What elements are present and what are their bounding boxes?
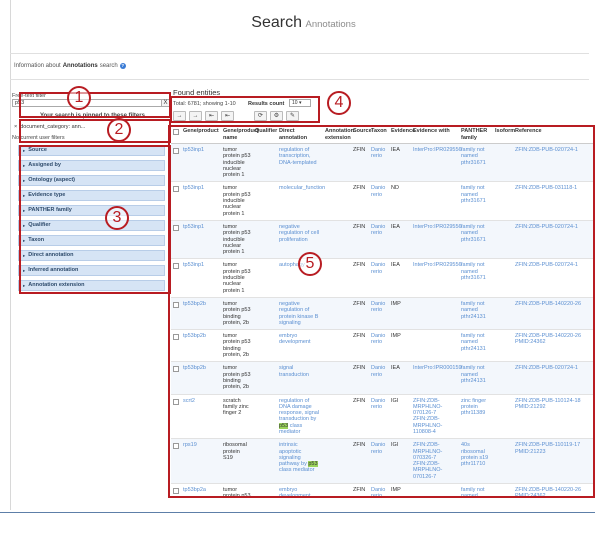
annotation-box-5 [168,125,595,498]
info-bold: Annotations [62,63,98,69]
bottom-divider [0,512,595,513]
info-line: Information about Annotations search ? [14,63,126,69]
annotation-marker-5: 5 [298,252,322,276]
annotation-marker-1: 1 [67,86,91,110]
page-title-main: Search [251,14,302,31]
annotation-marker-2: 2 [107,118,131,142]
annotation-marker-4: 4 [327,91,351,115]
info-suffix: search [99,63,118,69]
annotation-box-4 [170,96,320,123]
annotation-box-3 [19,145,171,294]
annotation-marker-3: 3 [105,206,129,230]
info-prefix: Information about [14,63,61,69]
page-title: Search Annotations [11,14,595,32]
remove-filter-icon[interactable]: × [14,124,17,130]
annotation-box-2 [19,119,171,143]
info-icon[interactable]: ? [119,63,126,69]
page-title-sub: Annotations [305,19,356,30]
annotation-box-1 [19,92,171,118]
header-divider [10,53,589,54]
info-divider [10,79,589,80]
